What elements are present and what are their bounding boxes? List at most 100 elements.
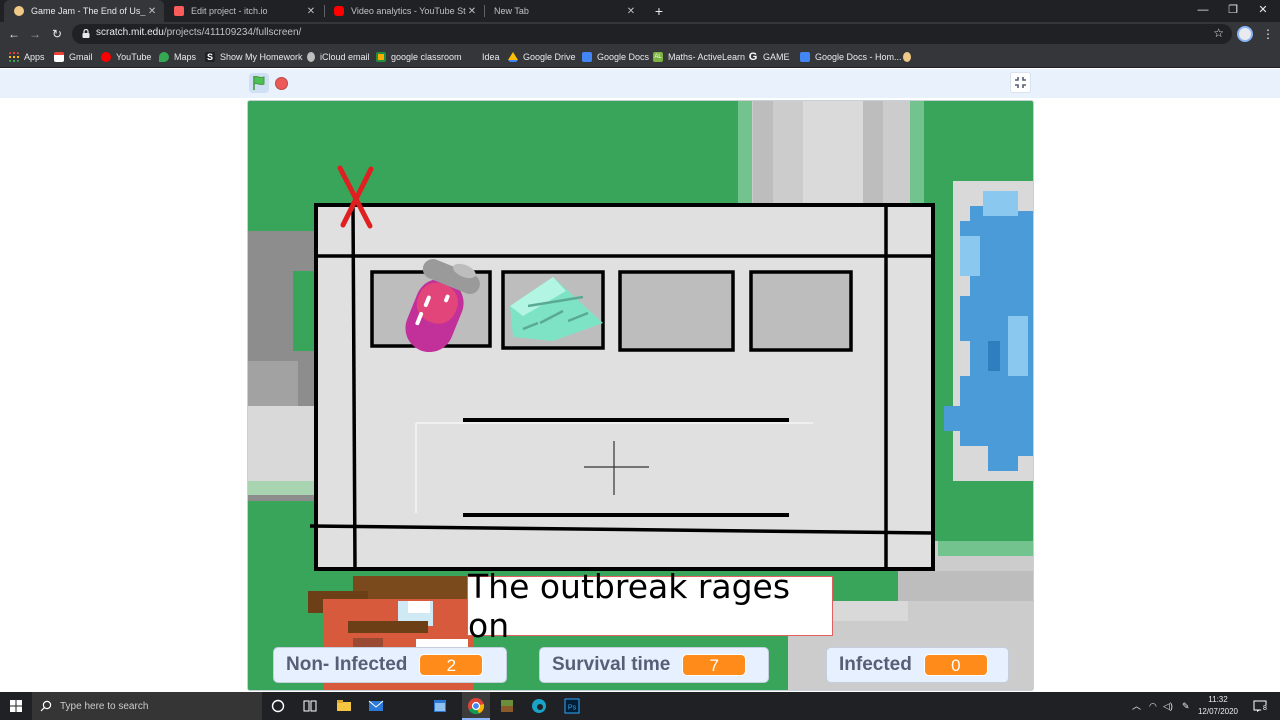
tab-title: Edit project - itch.io bbox=[191, 6, 268, 16]
address-bar[interactable]: scratch.mit.edu/projects/411109234/fulls… bbox=[72, 24, 1232, 44]
taskbar-search-box[interactable]: Type here to search bbox=[32, 692, 262, 720]
url-domain: scratch.mit.edu bbox=[96, 27, 164, 38]
bookmark-label: Maths- ActiveLearn bbox=[668, 52, 746, 62]
browser-toolbar: ← → ↻ scratch.mit.edu/projects/411109234… bbox=[0, 22, 1280, 46]
search-placeholder: Type here to search bbox=[60, 700, 149, 712]
new-tab-plus-icon[interactable]: + bbox=[651, 2, 667, 20]
back-arrow-icon[interactable]: ← bbox=[5, 25, 23, 43]
bookmark-google-classroom[interactable]: google classroom bbox=[376, 49, 462, 65]
bookmark-youtube[interactable]: YouTube bbox=[101, 49, 151, 65]
bookmark-icloud[interactable]: iCloud email bbox=[307, 49, 370, 65]
water-pond bbox=[944, 181, 1033, 481]
windows-start-icon[interactable] bbox=[0, 692, 32, 720]
minecraft-icon[interactable] bbox=[497, 696, 517, 716]
bookmark-google-docs[interactable]: Google Docs bbox=[582, 49, 649, 65]
monitor-value: 0 bbox=[923, 654, 988, 676]
scratch-favicon-icon bbox=[14, 6, 24, 16]
task-view-icon[interactable] bbox=[300, 696, 320, 716]
file-explorer-icon[interactable] bbox=[334, 696, 354, 716]
bookmark-show-my-homework[interactable]: S Show My Homework bbox=[205, 49, 303, 65]
gmail-icon bbox=[54, 52, 64, 62]
activelearn-icon: AL bbox=[653, 52, 663, 62]
tab-game-jam[interactable]: Game Jam - The End of Us_ on S ✕ bbox=[4, 0, 164, 22]
non-infected-monitor[interactable]: Non- Infected 2 bbox=[273, 647, 507, 683]
bookmark-game[interactable]: G GAME bbox=[748, 49, 790, 65]
tab-youtube-studio[interactable]: Video analytics - YouTube Studio ✕ bbox=[324, 0, 484, 22]
apple-icon bbox=[307, 52, 315, 62]
cortana-circle-icon[interactable] bbox=[268, 696, 288, 716]
tab-new-tab[interactable]: New Tab ✕ bbox=[484, 0, 644, 22]
photoshop-icon[interactable]: Ps bbox=[562, 696, 582, 716]
road-left bbox=[248, 231, 318, 501]
bookmark-label: Show My Homework bbox=[220, 52, 303, 62]
system-clock[interactable]: 11:32 12/07/2020 bbox=[1196, 694, 1240, 718]
monitor-label: Survival time bbox=[552, 654, 671, 675]
bookmark-label: google classroom bbox=[391, 52, 462, 62]
s-icon: S bbox=[205, 52, 215, 62]
bookmark-apps[interactable]: Apps bbox=[9, 49, 45, 65]
bookmark-idea[interactable]: Idea bbox=[482, 49, 500, 65]
story-caption-box: The outbreak rages on bbox=[467, 567, 833, 645]
network-icon[interactable]: ◠ bbox=[1149, 692, 1157, 720]
bookmark-star-icon[interactable]: ☆ bbox=[1213, 26, 1224, 40]
green-flag-button[interactable] bbox=[249, 73, 269, 93]
bookmark-maps[interactable]: Maps bbox=[159, 49, 196, 65]
bookmark-folder[interactable] bbox=[903, 49, 916, 65]
bookmark-google-drive[interactable]: Google Drive bbox=[508, 49, 576, 65]
apps-grid-icon bbox=[9, 52, 19, 62]
exit-fullscreen-button[interactable] bbox=[1010, 72, 1031, 93]
volume-icon[interactable]: ◁) bbox=[1163, 692, 1173, 720]
bookmark-google-docs-homework[interactable]: Google Docs - Hom... bbox=[800, 49, 902, 65]
show-hidden-icons-chevron-icon[interactable]: ︿ bbox=[1132, 692, 1141, 720]
minimize-icon[interactable]: — bbox=[1188, 0, 1218, 22]
bookmark-label: Apps bbox=[24, 52, 45, 62]
search-icon bbox=[40, 700, 52, 712]
monitor-value: 7 bbox=[682, 654, 747, 676]
monitor-label: Non- Infected bbox=[286, 654, 408, 675]
bookmark-label: Google Docs - Hom... bbox=[815, 52, 902, 62]
infected-monitor[interactable]: Infected 0 bbox=[826, 647, 1009, 683]
maps-icon bbox=[159, 52, 169, 62]
docs-icon bbox=[800, 52, 810, 62]
notifications-icon[interactable]: 8 bbox=[1252, 698, 1269, 714]
youtube-favicon-icon bbox=[334, 6, 344, 16]
tab-title: Game Jam - The End of Us_ on S bbox=[31, 6, 146, 16]
inventory-slot-4[interactable] bbox=[749, 270, 853, 352]
close-tab-icon[interactable]: ✕ bbox=[624, 6, 638, 17]
chrome-taskbar-button[interactable] bbox=[462, 692, 490, 720]
bookmark-label: iCloud email bbox=[320, 52, 370, 62]
stop-sign-icon[interactable] bbox=[275, 77, 288, 90]
close-tab-icon[interactable]: ✕ bbox=[146, 6, 158, 17]
forward-arrow-icon[interactable]: → bbox=[26, 25, 44, 43]
bookmark-label: YouTube bbox=[116, 52, 152, 62]
bookmark-label: Google Drive bbox=[523, 52, 576, 62]
pen-icon[interactable]: ✎ bbox=[1182, 692, 1190, 720]
classroom-icon bbox=[376, 52, 386, 62]
close-tab-icon[interactable]: ✕ bbox=[466, 6, 478, 17]
menu-dots-icon[interactable]: ⋮ bbox=[1262, 26, 1274, 42]
exit-fullscreen-icon bbox=[1015, 77, 1026, 88]
edge-icon[interactable] bbox=[529, 696, 549, 716]
calendar-app-icon[interactable] bbox=[430, 696, 450, 716]
bookmark-gmail[interactable]: Gmail bbox=[54, 49, 93, 65]
svg-text:Ps: Ps bbox=[568, 705, 577, 712]
inventory-slot-3[interactable] bbox=[618, 270, 735, 352]
drive-icon bbox=[508, 52, 518, 62]
g-icon: G bbox=[748, 51, 758, 63]
bookmark-label: Google Docs bbox=[597, 52, 650, 62]
profile-avatar[interactable] bbox=[1237, 26, 1253, 42]
close-window-icon[interactable]: ✕ bbox=[1248, 0, 1278, 22]
close-tab-icon[interactable]: ✕ bbox=[304, 6, 318, 17]
bookmark-label: GAME bbox=[763, 52, 790, 62]
restore-icon[interactable]: ❐ bbox=[1218, 0, 1248, 22]
mail-icon[interactable] bbox=[366, 696, 386, 716]
bookmark-maths-activelearn[interactable]: AL Maths- ActiveLearn bbox=[653, 49, 745, 65]
clock-date: 12/07/2020 bbox=[1197, 707, 1239, 716]
reload-icon[interactable]: ↻ bbox=[48, 25, 66, 43]
monitor-value: 2 bbox=[419, 654, 484, 676]
lock-icon bbox=[82, 29, 90, 38]
tab-itch[interactable]: Edit project - itch.io ✕ bbox=[164, 0, 324, 22]
chrome-icon bbox=[468, 698, 485, 715]
docs-icon bbox=[582, 52, 592, 62]
survival-time-monitor[interactable]: Survival time 7 bbox=[539, 647, 769, 683]
